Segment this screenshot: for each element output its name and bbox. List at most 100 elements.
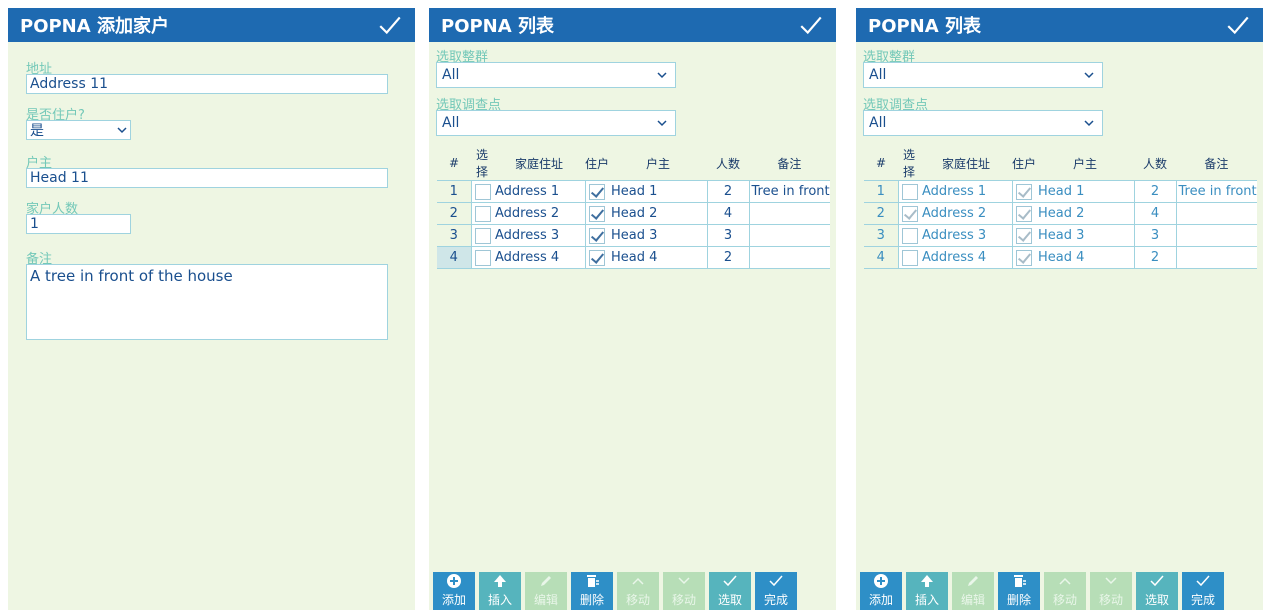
toolbar-button-1[interactable]: 插入 — [906, 572, 948, 610]
confirm-check-icon[interactable] — [1225, 12, 1251, 38]
toolbar-button-4[interactable]: 移动 — [1044, 572, 1086, 610]
table-row[interactable]: 4 Address 4 Head 42 — [437, 246, 830, 269]
table-row[interactable]: 2 Address 2 Head 24 — [864, 202, 1257, 225]
action-toolbar: 添加 插入 编辑 删除 移动 移动 选取 完成 — [860, 572, 1224, 610]
toolbar-button-3[interactable]: 删除 — [998, 572, 1040, 610]
cluster-value: All — [442, 67, 460, 83]
resident-cell[interactable] — [1012, 202, 1036, 225]
confirm-check-icon[interactable] — [377, 12, 403, 38]
select-checkbox[interactable] — [474, 249, 491, 266]
confirm-check-icon[interactable] — [798, 12, 824, 38]
resident-cell[interactable] — [585, 202, 609, 225]
plus-circle-icon — [874, 574, 888, 588]
select-cell[interactable] — [471, 202, 493, 225]
select-checkbox[interactable] — [474, 205, 491, 222]
select-cell[interactable] — [898, 180, 920, 203]
toolbar-button-1[interactable]: 插入 — [479, 572, 521, 610]
toolbar-button-6[interactable]: 选取 — [709, 572, 751, 610]
chevron-down-icon — [678, 577, 690, 585]
resident-cell[interactable] — [1012, 246, 1036, 269]
select-checkbox[interactable] — [474, 183, 491, 200]
select-checkbox[interactable] — [474, 227, 491, 244]
survey-point-select[interactable]: All — [863, 110, 1103, 136]
resident-checkbox[interactable] — [588, 183, 605, 200]
select-checkbox[interactable] — [901, 205, 918, 222]
table-row[interactable]: 4 Address 4 Head 42 — [864, 246, 1257, 269]
col-header: # — [448, 156, 460, 170]
address-input[interactable]: Address 11 — [26, 74, 388, 94]
table-row[interactable]: 1 Address 1 Head 1 2 Tree in front — [864, 180, 1257, 203]
table-row[interactable]: 3 Address 3 Head 33 — [864, 224, 1257, 247]
count-cell: 4 — [1134, 202, 1177, 225]
head-cell: Head 1 — [1036, 180, 1135, 203]
toolbar-button-5[interactable]: 移动 — [663, 572, 705, 610]
chevron-down-icon — [1105, 577, 1117, 585]
toolbar-button-6[interactable]: 选取 — [1136, 572, 1178, 610]
notes-textarea[interactable]: A tree in front of the house — [26, 264, 388, 340]
cluster-select[interactable]: All — [863, 62, 1103, 88]
survey-point-label: 选取调查点 — [863, 98, 929, 113]
survey-point-value: All — [442, 115, 460, 131]
toolbar-button-2[interactable]: 编辑 — [525, 572, 567, 610]
cluster-select[interactable]: All — [436, 62, 676, 88]
toolbar-button-5[interactable]: 移动 — [1090, 572, 1132, 610]
chevron-up-icon — [632, 577, 644, 585]
resident-cell[interactable] — [1012, 180, 1036, 203]
resident-cell[interactable] — [585, 246, 609, 269]
resident-label: 是否住户? — [26, 108, 85, 123]
list-screen: POPNA 列表 选取整群 All 选取调查点 All # 选择 家庭住址 住户… — [429, 8, 836, 610]
toolbar-button-4[interactable]: 移动 — [617, 572, 659, 610]
col-header: 人数 — [1142, 156, 1167, 171]
toolbar-button-0[interactable]: 添加 — [860, 572, 902, 610]
survey-point-select[interactable]: All — [436, 110, 676, 136]
col-header: 家庭住址 — [514, 156, 563, 171]
household-size-input[interactable]: 1 — [26, 214, 131, 234]
count-cell: 2 — [707, 246, 750, 269]
select-checkbox[interactable] — [901, 227, 918, 244]
select-cell[interactable] — [471, 180, 493, 203]
resident-checkbox[interactable] — [588, 205, 605, 222]
table-row[interactable]: 1 Address 1 Head 1 2 Tree in front — [437, 180, 830, 203]
table-row[interactable]: 3 Address 3 Head 33 — [437, 224, 830, 247]
filters: 选取整群 All 选取调查点 All — [856, 42, 1263, 136]
resident-value: 是 — [30, 123, 44, 139]
select-cell[interactable] — [471, 224, 493, 247]
select-cell[interactable] — [471, 246, 493, 269]
arrow-up-icon — [494, 575, 506, 587]
resident-cell[interactable] — [585, 180, 609, 203]
select-checkbox[interactable] — [901, 249, 918, 266]
action-toolbar: 添加 插入 编辑 删除 移动 移动 选取 完成 — [433, 572, 797, 610]
resident-select[interactable]: 是 — [26, 120, 131, 140]
resident-checkbox[interactable] — [588, 227, 605, 244]
count-cell: 2 — [1134, 246, 1177, 269]
toolbar-button-3[interactable]: 删除 — [571, 572, 613, 610]
toolbar-button-7[interactable]: 完成 — [755, 572, 797, 610]
select-cell[interactable] — [898, 224, 920, 247]
col-header: 选择 — [475, 148, 488, 179]
toolbar-button-0[interactable]: 添加 — [433, 572, 475, 610]
resident-cell[interactable] — [585, 224, 609, 247]
toolbar-button-2[interactable]: 编辑 — [952, 572, 994, 610]
address-cell: Address 4 — [493, 246, 586, 269]
resident-checkbox[interactable] — [1015, 227, 1032, 244]
address-cell: Address 3 — [493, 224, 586, 247]
cluster-label: 选取整群 — [436, 50, 489, 65]
select-cell[interactable] — [898, 202, 920, 225]
toolbar-button-label: 移动 — [1098, 593, 1123, 607]
count-cell: 2 — [1134, 180, 1177, 203]
household-table: # 选择 家庭住址 住户 户主 人数 备注 1 Address 1 Head 12T… — [864, 146, 1257, 269]
resident-checkbox[interactable] — [588, 249, 605, 266]
resident-checkbox[interactable] — [1015, 183, 1032, 200]
toolbar-button-7[interactable]: 完成 — [1182, 572, 1224, 610]
resident-checkbox[interactable] — [1015, 205, 1032, 222]
select-checkbox[interactable] — [901, 183, 918, 200]
header-bar: POPNA 添加家户 — [8, 8, 415, 42]
head-input[interactable]: Head 11 — [26, 168, 388, 188]
resident-checkbox[interactable] — [1015, 249, 1032, 266]
select-cell[interactable] — [898, 246, 920, 269]
toolbar-button-label: 删除 — [579, 593, 604, 607]
table-row[interactable]: 2 Address 2 Head 24 — [437, 202, 830, 225]
check-icon — [1150, 575, 1164, 587]
resident-cell[interactable] — [1012, 224, 1036, 247]
col-header: 人数 — [715, 156, 740, 171]
